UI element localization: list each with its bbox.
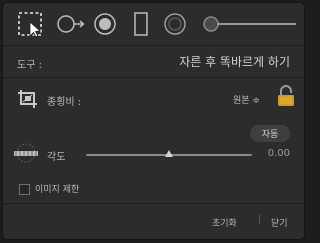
aspect-row: 종횡비 : 원본 ≑ — [3, 79, 304, 121]
straighten-level-icon[interactable] — [13, 141, 39, 169]
aspect-select[interactable]: 원본 ≑ — [233, 93, 260, 106]
reset-button[interactable]: 초기화 — [212, 216, 237, 229]
aspect-label: 종횡비 : — [47, 97, 82, 108]
crop-overlay-icon[interactable] — [17, 11, 43, 37]
constrain-image-checkbox[interactable] — [19, 184, 30, 195]
angle-label: 각도 — [47, 152, 66, 163]
tool-row: 도구 : 자른 후 똑바르게 하기 — [3, 47, 304, 77]
constrain-image-label: 이미지 제한 — [35, 185, 80, 195]
lock-icon[interactable] — [277, 85, 295, 111]
tool-strip — [3, 3, 304, 45]
crop-panel: 도구 : 자른 후 똑바르게 하기 종횡비 : 원본 ≑ 자동 각도 0.00 … — [2, 2, 305, 240]
angle-value[interactable]: 0.00 — [268, 148, 290, 159]
red-eye-icon[interactable] — [92, 11, 118, 37]
radial-filter-icon[interactable] — [162, 11, 188, 37]
close-button[interactable]: 닫기 — [271, 216, 288, 229]
adjustment-brush-icon[interactable] — [199, 11, 299, 37]
angle-row: 각도 0.00 — [3, 121, 304, 175]
spot-removal-icon[interactable] — [55, 11, 85, 37]
footer: 초기화 | 닫기 — [3, 207, 304, 239]
tool-name: 자른 후 똑바르게 하기 — [179, 55, 290, 69]
graduated-filter-icon[interactable] — [128, 11, 154, 37]
divider — [3, 203, 304, 204]
divider — [3, 45, 304, 46]
angle-slider-thumb[interactable] — [165, 150, 173, 157]
divider — [3, 77, 304, 78]
tool-label: 도구 : — [17, 60, 42, 71]
crop-frame-icon[interactable] — [17, 89, 39, 113]
footer-separator: | — [258, 215, 262, 225]
